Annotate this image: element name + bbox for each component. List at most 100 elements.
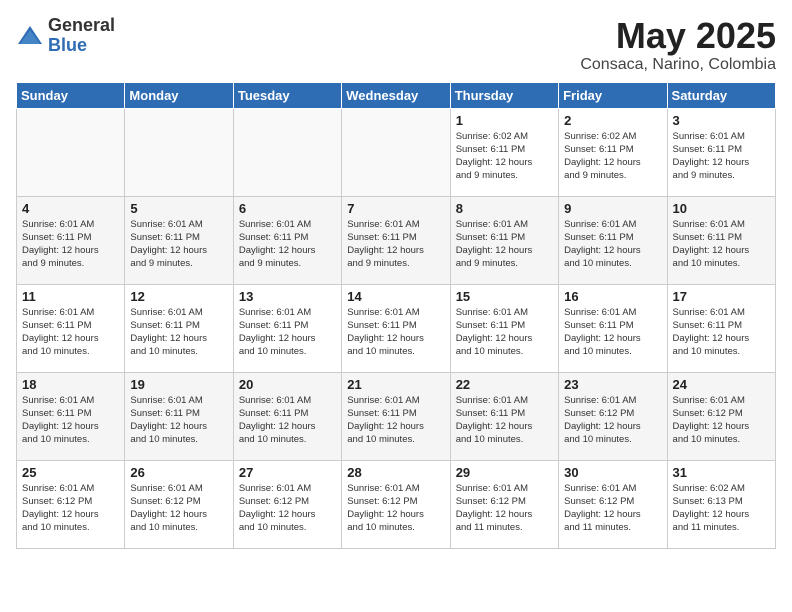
location: Consaca, Narino, Colombia (580, 56, 776, 74)
day-number: 24 (673, 377, 770, 392)
calendar-cell: 21 Sunrise: 6:01 AM Sunset: 6:11 PM Dayli… (342, 372, 450, 460)
day-info: Sunrise: 6:01 AM Sunset: 6:12 PM Dayligh… (347, 482, 444, 535)
day-info: Sunrise: 6:01 AM Sunset: 6:11 PM Dayligh… (130, 218, 227, 271)
day-info: Sunrise: 6:01 AM Sunset: 6:12 PM Dayligh… (22, 482, 119, 535)
day-info: Sunrise: 6:01 AM Sunset: 6:12 PM Dayligh… (130, 482, 227, 535)
day-number: 6 (239, 201, 336, 216)
day-number: 20 (239, 377, 336, 392)
day-number: 30 (564, 465, 661, 480)
day-number: 13 (239, 289, 336, 304)
day-info: Sunrise: 6:01 AM Sunset: 6:11 PM Dayligh… (22, 218, 119, 271)
day-number: 16 (564, 289, 661, 304)
day-info: Sunrise: 6:01 AM Sunset: 6:11 PM Dayligh… (564, 306, 661, 359)
calendar-cell: 20 Sunrise: 6:01 AM Sunset: 6:11 PM Dayli… (233, 372, 341, 460)
calendar-cell: 6Sunrise: 6:01 AM Sunset: 6:11 PM Daylig… (233, 196, 341, 284)
calendar-cell: 17 Sunrise: 6:01 AM Sunset: 6:11 PM Dayli… (667, 284, 775, 372)
calendar-cell: 11Sunrise: 6:01 AM Sunset: 6:11 PM Dayli… (17, 284, 125, 372)
day-number: 25 (22, 465, 119, 480)
logo-text: General Blue (48, 16, 115, 56)
calendar-cell: 28 Sunrise: 6:01 AM Sunset: 6:12 PM Dayli… (342, 460, 450, 548)
day-info: Sunrise: 6:01 AM Sunset: 6:11 PM Dayligh… (673, 218, 770, 271)
calendar-cell: 1Sunrise: 6:02 AM Sunset: 6:11 PM Daylig… (450, 108, 558, 196)
day-info: Sunrise: 6:01 AM Sunset: 6:11 PM Dayligh… (456, 306, 553, 359)
calendar-cell: 2Sunrise: 6:02 AM Sunset: 6:11 PM Daylig… (559, 108, 667, 196)
day-info: Sunrise: 6:01 AM Sunset: 6:11 PM Dayligh… (347, 218, 444, 271)
day-number: 23 (564, 377, 661, 392)
calendar-cell: 4 Sunrise: 6:01 AM Sunset: 6:11 PM Daylig… (17, 196, 125, 284)
day-info: Sunrise: 6:01 AM Sunset: 6:11 PM Dayligh… (673, 306, 770, 359)
weekday-header-tuesday: Tuesday (233, 82, 341, 108)
day-number: 17 (673, 289, 770, 304)
logo-blue: Blue (48, 36, 115, 56)
day-info: Sunrise: 6:01 AM Sunset: 6:11 PM Dayligh… (456, 394, 553, 447)
weekday-header-row: SundayMondayTuesdayWednesdayThursdayFrid… (17, 82, 776, 108)
calendar-cell: 25 Sunrise: 6:01 AM Sunset: 6:12 PM Dayli… (17, 460, 125, 548)
day-number: 15 (456, 289, 553, 304)
calendar-cell: 23Sunrise: 6:01 AM Sunset: 6:12 PM Dayli… (559, 372, 667, 460)
day-number: 4 (22, 201, 119, 216)
day-number: 5 (130, 201, 227, 216)
calendar-cell (17, 108, 125, 196)
calendar-cell: 26 Sunrise: 6:01 AM Sunset: 6:12 PM Dayli… (125, 460, 233, 548)
day-number: 7 (347, 201, 444, 216)
calendar-cell: 8Sunrise: 6:01 AM Sunset: 6:11 PM Daylig… (450, 196, 558, 284)
calendar-cell: 9Sunrise: 6:01 AM Sunset: 6:11 PM Daylig… (559, 196, 667, 284)
calendar-table: SundayMondayTuesdayWednesdayThursdayFrid… (16, 82, 776, 549)
title-block: May 2025 Consaca, Narino, Colombia (580, 16, 776, 74)
calendar-cell: 12 Sunrise: 6:01 AM Sunset: 6:11 PM Dayli… (125, 284, 233, 372)
day-info: Sunrise: 6:01 AM Sunset: 6:11 PM Dayligh… (239, 394, 336, 447)
day-number: 12 (130, 289, 227, 304)
day-info: Sunrise: 6:01 AM Sunset: 6:11 PM Dayligh… (347, 394, 444, 447)
day-number: 18 (22, 377, 119, 392)
day-info: Sunrise: 6:01 AM Sunset: 6:11 PM Dayligh… (130, 394, 227, 447)
calendar-cell: 14Sunrise: 6:01 AM Sunset: 6:11 PM Dayli… (342, 284, 450, 372)
calendar-week-4: 18 Sunrise: 6:01 AM Sunset: 6:11 PM Dayli… (17, 372, 776, 460)
weekday-header-friday: Friday (559, 82, 667, 108)
day-info: Sunrise: 6:01 AM Sunset: 6:11 PM Dayligh… (130, 306, 227, 359)
day-number: 26 (130, 465, 227, 480)
day-number: 28 (347, 465, 444, 480)
day-number: 29 (456, 465, 553, 480)
day-number: 3 (673, 113, 770, 128)
calendar-header: SundayMondayTuesdayWednesdayThursdayFrid… (17, 82, 776, 108)
calendar-cell: 15 Sunrise: 6:01 AM Sunset: 6:11 PM Dayli… (450, 284, 558, 372)
day-info: Sunrise: 6:01 AM Sunset: 6:12 PM Dayligh… (239, 482, 336, 535)
day-number: 8 (456, 201, 553, 216)
logo-general: General (48, 16, 115, 36)
calendar-week-1: 1Sunrise: 6:02 AM Sunset: 6:11 PM Daylig… (17, 108, 776, 196)
day-info: Sunrise: 6:01 AM Sunset: 6:12 PM Dayligh… (673, 394, 770, 447)
weekday-header-sunday: Sunday (17, 82, 125, 108)
calendar-cell: 29 Sunrise: 6:01 AM Sunset: 6:12 PM Dayli… (450, 460, 558, 548)
calendar-cell (125, 108, 233, 196)
calendar-cell: 18 Sunrise: 6:01 AM Sunset: 6:11 PM Dayli… (17, 372, 125, 460)
day-number: 14 (347, 289, 444, 304)
day-info: Sunrise: 6:01 AM Sunset: 6:11 PM Dayligh… (673, 130, 770, 183)
calendar-cell: 16 Sunrise: 6:01 AM Sunset: 6:11 PM Dayli… (559, 284, 667, 372)
weekday-header-wednesday: Wednesday (342, 82, 450, 108)
day-info: Sunrise: 6:01 AM Sunset: 6:11 PM Dayligh… (239, 306, 336, 359)
calendar-body: 1Sunrise: 6:02 AM Sunset: 6:11 PM Daylig… (17, 108, 776, 548)
calendar-cell (233, 108, 341, 196)
calendar-week-2: 4 Sunrise: 6:01 AM Sunset: 6:11 PM Daylig… (17, 196, 776, 284)
calendar-cell: 30 Sunrise: 6:01 AM Sunset: 6:12 PM Dayli… (559, 460, 667, 548)
day-number: 19 (130, 377, 227, 392)
day-info: Sunrise: 6:01 AM Sunset: 6:11 PM Dayligh… (564, 218, 661, 271)
day-info: Sunrise: 6:02 AM Sunset: 6:11 PM Dayligh… (456, 130, 553, 183)
logo: General Blue (16, 16, 115, 56)
day-info: Sunrise: 6:01 AM Sunset: 6:12 PM Dayligh… (564, 482, 661, 535)
day-number: 22 (456, 377, 553, 392)
day-info: Sunrise: 6:01 AM Sunset: 6:11 PM Dayligh… (22, 394, 119, 447)
calendar-cell: 7 Sunrise: 6:01 AM Sunset: 6:11 PM Daylig… (342, 196, 450, 284)
calendar-cell: 27Sunrise: 6:01 AM Sunset: 6:12 PM Dayli… (233, 460, 341, 548)
calendar-cell: 24 Sunrise: 6:01 AM Sunset: 6:12 PM Dayli… (667, 372, 775, 460)
month-title: May 2025 (580, 16, 776, 56)
weekday-header-thursday: Thursday (450, 82, 558, 108)
calendar-cell: 5 Sunrise: 6:01 AM Sunset: 6:11 PM Daylig… (125, 196, 233, 284)
weekday-header-saturday: Saturday (667, 82, 775, 108)
day-info: Sunrise: 6:01 AM Sunset: 6:11 PM Dayligh… (22, 306, 119, 359)
calendar-cell: 19 Sunrise: 6:01 AM Sunset: 6:11 PM Dayli… (125, 372, 233, 460)
logo-icon (16, 22, 44, 50)
day-info: Sunrise: 6:01 AM Sunset: 6:12 PM Dayligh… (456, 482, 553, 535)
calendar-cell: 10Sunrise: 6:01 AM Sunset: 6:11 PM Dayli… (667, 196, 775, 284)
day-number: 21 (347, 377, 444, 392)
